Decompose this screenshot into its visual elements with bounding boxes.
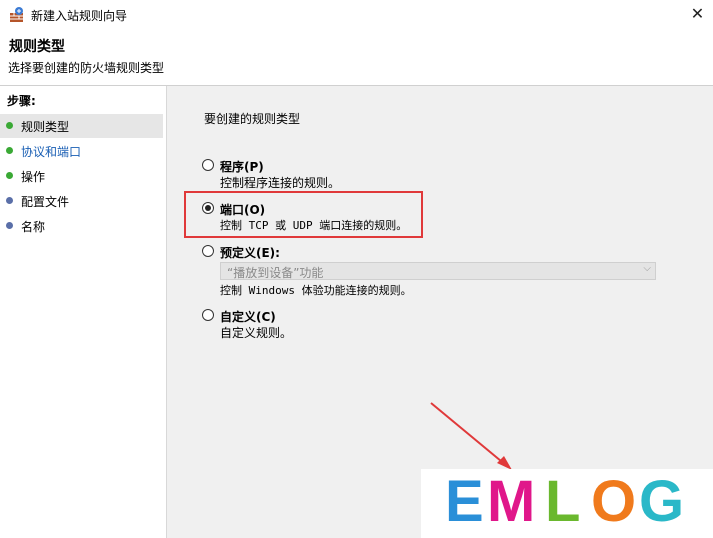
watermark-letter: O <box>591 469 637 534</box>
watermark-letter: L <box>545 469 581 534</box>
watermark-letter: G <box>639 469 685 534</box>
watermark-letter: E <box>445 469 484 534</box>
watermark-letter: M <box>487 469 536 534</box>
annotation-arrow-icon <box>430 402 512 470</box>
emlog-watermark: E M L O G <box>421 469 713 538</box>
